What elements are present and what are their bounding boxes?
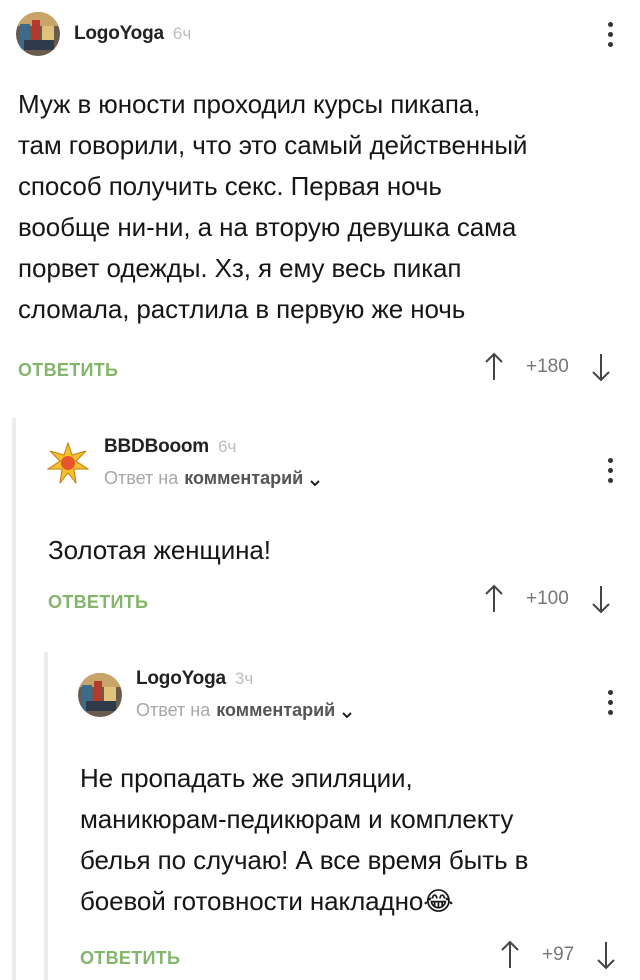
comment-header: LogoYoga 3ч Ответ на комментарий — [78, 668, 353, 721]
score: +180 — [526, 356, 569, 377]
timestamp: 3ч — [234, 669, 254, 688]
comment-line: способ получить секс. Первая ночь — [18, 171, 442, 201]
reply-button[interactable]: ОТВЕТИТЬ — [48, 592, 148, 613]
reply-button[interactable]: ОТВЕТИТЬ — [80, 948, 180, 969]
comment-line: Золотая женщина! — [48, 535, 271, 565]
reply-to[interactable]: Ответ на комментарий — [104, 468, 321, 489]
chevron-down-icon[interactable] — [309, 473, 321, 486]
arrow-up-icon[interactable] — [484, 584, 504, 614]
comment-line: белья по случаю! А все время быть в — [80, 845, 529, 875]
vote-controls: +180 — [484, 352, 611, 382]
avatar[interactable] — [78, 672, 122, 717]
reply-to-prefix: Ответ на — [104, 468, 179, 488]
more-vertical-icon[interactable] — [605, 458, 615, 483]
chevron-down-icon[interactable] — [341, 705, 353, 718]
timestamp: 6ч — [218, 437, 237, 456]
vote-controls: +100 — [484, 584, 611, 614]
score: +97 — [542, 944, 575, 965]
arrow-down-icon[interactable] — [591, 584, 611, 614]
reply-to-target[interactable]: комментарий — [184, 468, 303, 489]
comment-1: LogoYoga 6ч Муж в юности проходил курсы … — [0, 0, 640, 400]
reply-to-target[interactable]: комментарий — [216, 700, 335, 721]
comment-text: Не пропадать же эпиляции, маникюрам-педи… — [80, 758, 625, 922]
username[interactable]: LogoYoga — [74, 23, 164, 45]
comment-text: Золотая женщина! — [48, 530, 618, 571]
score: +100 — [526, 588, 569, 609]
comment-line: порвет одежды. Хз, я ему весь пикап — [18, 253, 462, 283]
comment-line: там говорили, что это самый действенный — [18, 130, 528, 160]
comment-line: маникюрам-педикюрам и комплекту — [80, 804, 514, 834]
arrow-up-icon[interactable] — [500, 940, 520, 970]
timestamp: 6ч — [172, 24, 192, 43]
arrow-down-icon[interactable] — [596, 940, 616, 970]
vote-controls: +97 — [500, 940, 616, 970]
reply-button[interactable]: ОТВЕТИТЬ — [18, 360, 118, 381]
comment-line: вообще ни-ни, а на вторую девушка сама — [18, 212, 517, 242]
username[interactable]: LogoYoga — [136, 668, 226, 690]
comment-line: боевой готовности накладно😂 — [80, 886, 454, 916]
avatar[interactable] — [16, 12, 60, 56]
comment-header: LogoYoga 6ч — [16, 12, 191, 56]
more-vertical-icon[interactable] — [605, 690, 615, 715]
avatar[interactable] — [46, 440, 90, 485]
reply-to-prefix: Ответ на — [136, 700, 211, 720]
comment-header: BBDBooom 6ч Ответ на комментарий — [46, 436, 321, 489]
thread-line[interactable] — [44, 652, 48, 980]
comment-line: сломала, растлила в первую же ночь — [18, 294, 466, 324]
comment-line: Не пропадать же эпиляции, — [80, 763, 413, 793]
arrow-up-icon[interactable] — [484, 352, 504, 382]
username[interactable]: BBDBooom — [104, 436, 209, 458]
comment-text: Муж в юности проходил курсы пикапа, там … — [18, 84, 628, 330]
comment-line: Муж в юности проходил курсы пикапа, — [18, 89, 481, 119]
comment-3: LogoYoga 3ч Ответ на комментарий Не проп… — [0, 652, 640, 980]
reply-to[interactable]: Ответ на комментарий — [136, 700, 353, 721]
more-vertical-icon[interactable] — [605, 22, 615, 47]
arrow-down-icon[interactable] — [591, 352, 611, 382]
